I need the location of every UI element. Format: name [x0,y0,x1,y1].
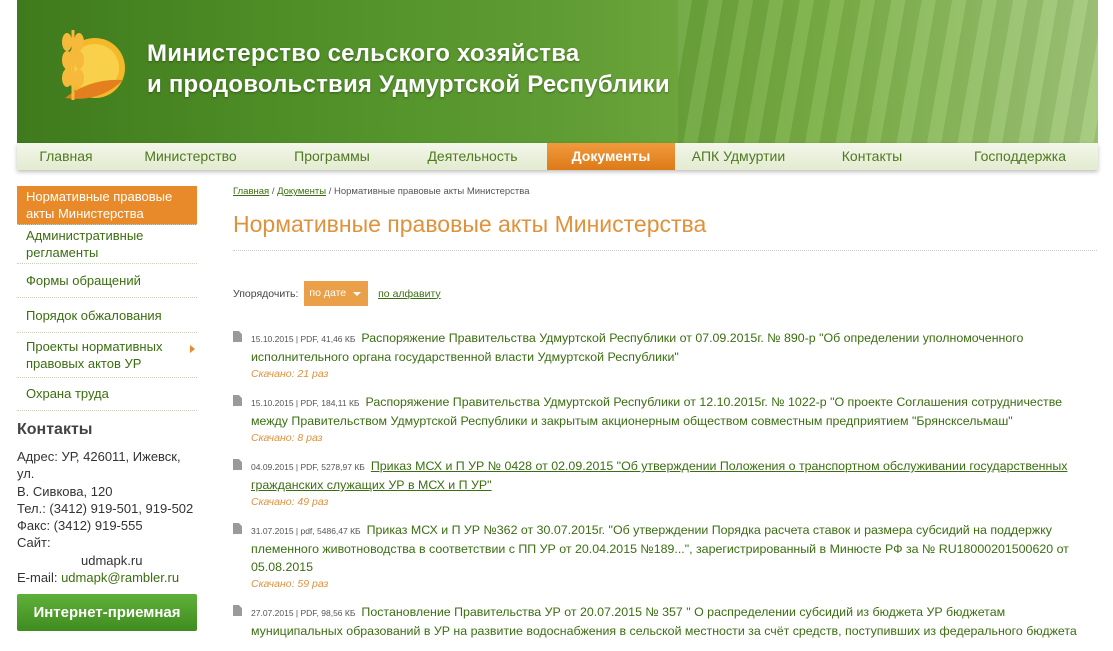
site-title-line2: и продовольствия Удмуртской Республики [147,71,670,98]
breadcrumb-documents[interactable]: Документы [277,186,326,197]
document-icon [233,331,242,342]
site-header: Министерство сельского хозяйства и продо… [17,0,1098,143]
wheat-background [678,0,1098,143]
download-count: Скачано: 21 раз [251,368,329,380]
list-item: 27.07.2015 | PDF, 98,56 КБ Постановление … [233,603,1097,640]
list-item: 15.10.2015 | PDF, 184,11 КБ Распоряжение … [233,393,1097,444]
nav-item-documents[interactable]: Документы [547,143,675,170]
document-meta: 04.09.2015 | PDF, 5278,97 КБ [251,462,365,472]
nav-item-ministry[interactable]: Министерство [115,143,266,170]
document-icon [233,459,242,470]
contact-fax: Факс: (3412) 919-555 [17,518,143,534]
site-title[interactable]: Министерство сельского хозяйства и продо… [147,38,670,100]
document-title-link[interactable]: Постановление Правительства УР от 20.07.… [251,605,1077,638]
breadcrumb-home[interactable]: Главная [233,186,269,197]
main-content: Главная / Документы / Нормативные правов… [233,186,1097,651]
chevron-right-icon [190,345,195,353]
sidebar-item-forms[interactable]: Формы обращений [17,264,197,298]
sidebar: Нормативные правовые акты Министерства А… [17,186,197,632]
page-title: Нормативные правовые акты Министерства [233,211,1097,251]
contacts-heading: Контакты [17,421,93,438]
nav-item-programs[interactable]: Программы [266,143,398,170]
breadcrumb: Главная / Документы / Нормативные правов… [233,186,530,197]
contact-site-link[interactable]: udmapk.ru [17,552,197,569]
internet-reception-button[interactable]: Интернет-приемная [17,594,197,632]
download-count: Скачано: 8 раз [251,432,323,444]
document-icon [233,395,242,406]
download-count: Скачано: 59 раз [251,578,329,590]
nav-item-apk[interactable]: АПК Удмуртии [675,143,802,170]
contact-email: E-mail: udmapk@rambler.ru [17,570,180,586]
sort-bar: Упорядочить: по дате по алфавиту [233,281,1097,306]
nav-item-activity[interactable]: Деятельность [398,143,547,170]
document-title-link[interactable]: Приказ МСХ и П УР № 0428 от 02.09.2015 "… [251,459,1067,492]
site-title-line1: Министерство сельского хозяйства [147,40,580,67]
document-icon [233,523,242,534]
sort-label: Упорядочить: [233,287,299,300]
document-title-link[interactable]: Приказ МСХ и П УР №362 от 30.07.2015г. "… [251,523,1069,574]
list-item: 04.09.2015 | PDF, 5278,97 КБ Приказ МСХ и… [233,457,1097,508]
document-title-link[interactable]: Распоряжение Правительства Удмуртской Ре… [251,395,1062,428]
sidebar-item-regulations[interactable]: Административные регламенты [17,225,197,264]
sidebar-item-draft-acts[interactable]: Проекты нормативных правовых актов УР [17,333,197,378]
main-nav: Главная Министерство Программы Деятельно… [17,143,1098,170]
nav-item-state-support[interactable]: Господдержка [942,143,1098,170]
sidebar-item-normative-acts[interactable]: Нормативные правовые акты Министерства [17,186,197,225]
breadcrumb-current: Нормативные правовые акты Министерства [334,186,530,197]
sort-by-date-dropdown[interactable]: по дате [304,281,369,306]
document-meta: 15.10.2015 | PDF, 41,46 КБ [251,334,356,344]
document-meta: 27.07.2015 | PDF, 98,56 КБ [251,608,356,618]
contact-phone: Тел.: (3412) 919-501, 919-502 [17,500,194,516]
wheat-sun-logo-icon [62,30,125,100]
document-meta: 15.10.2015 | PDF, 184,11 КБ [251,398,360,408]
sidebar-item-draft-acts-label: Проекты нормативных правовых актов УР [26,339,163,371]
contact-site-label: Сайт: [17,535,51,551]
download-count: Скачано: 49 раз [251,496,329,508]
page: Министерство сельского хозяйства и продо… [0,0,1113,651]
sidebar-item-appeal[interactable]: Порядок обжалования [17,298,197,333]
sidebar-item-labor-safety[interactable]: Охрана труда [17,378,197,411]
contacts-block: Адрес: УР, 426011, Ижевск, ул. В. Сивкова… [17,448,197,586]
sort-by-alphabet-link[interactable]: по алфавиту [378,288,441,300]
contact-email-link[interactable]: udmapk@rambler.ru [61,570,179,585]
nav-item-contacts[interactable]: Контакты [802,143,942,170]
contact-address: Адрес: УР, 426011, Ижевск, ул. В. Сивкова… [17,449,181,499]
document-icon [233,605,242,616]
nav-item-home[interactable]: Главная [17,143,115,170]
documents-list: 15.10.2015 | PDF, 41,46 КБ Распоряжение П… [233,329,1097,640]
list-item: 15.10.2015 | PDF, 41,46 КБ Распоряжение П… [233,329,1097,380]
list-item: 31.07.2015 | pdf, 5486,47 КБ Приказ МСХ и… [233,521,1097,590]
document-meta: 31.07.2015 | pdf, 5486,47 КБ [251,526,361,536]
document-title-link[interactable]: Распоряжение Правительства Удмуртской Ре… [251,331,1023,364]
